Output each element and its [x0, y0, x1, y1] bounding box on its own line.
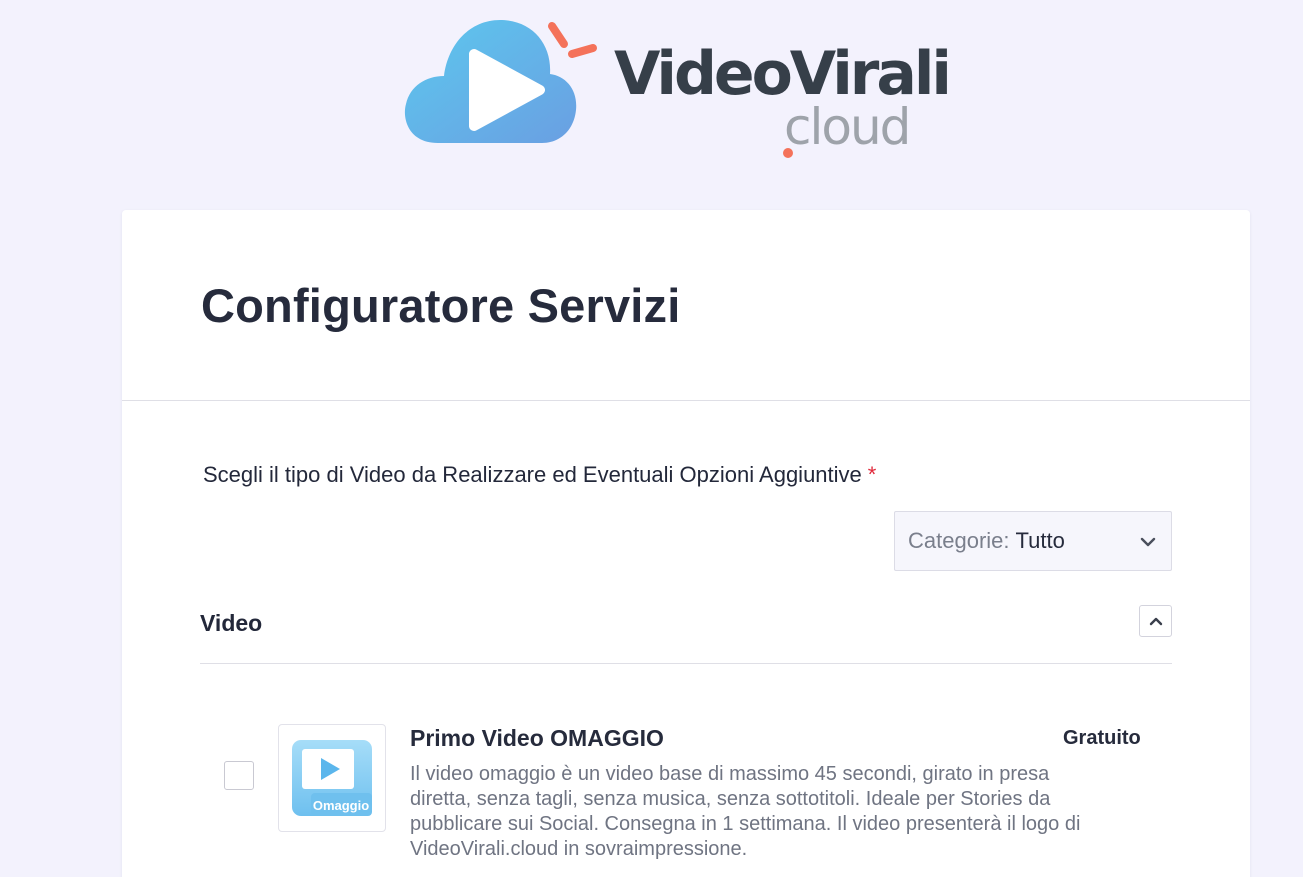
field-label-text: Scegli il tipo di Video da Realizzare ed…	[203, 462, 862, 487]
play-cloud-icon	[404, 20, 597, 143]
brand-name: VideoVirali	[614, 39, 952, 109]
brand-logo: VideoVirali cloud	[400, 14, 952, 158]
item-price: Gratuito	[1063, 727, 1141, 749]
item-description: Il video omaggio è un video base di mass…	[410, 763, 1081, 860]
category-filter-select[interactable]: Categorie: Tutto	[894, 511, 1172, 571]
brand-suffix: cloud	[784, 98, 911, 156]
item-thumbnail: Omaggio	[278, 724, 386, 832]
item-name: Primo Video OMAGGIO	[410, 725, 664, 751]
item-checkbox[interactable]	[224, 761, 254, 790]
video-gift-icon: Omaggio	[292, 740, 372, 816]
chevron-down-icon	[1140, 537, 1156, 547]
category-filter-prefix: Categorie:	[908, 528, 1010, 553]
thumb-label: Omaggio	[313, 798, 369, 813]
section-title: Video	[200, 610, 263, 636]
page-title: Configuratore Servizi	[201, 279, 681, 332]
required-mark: *	[867, 462, 877, 487]
card-header: Configuratore Servizi	[122, 210, 1250, 401]
field-label: Scegli il tipo di Video da Realizzare ed…	[203, 462, 876, 488]
chevron-up-icon	[1149, 617, 1162, 626]
configurator-card: Configuratore Servizi Scegli il tipo di …	[122, 210, 1250, 877]
category-filter-value: Tutto	[1015, 528, 1065, 553]
section-collapse-button[interactable]	[1139, 605, 1172, 637]
section-header-video: Video	[200, 600, 1172, 664]
